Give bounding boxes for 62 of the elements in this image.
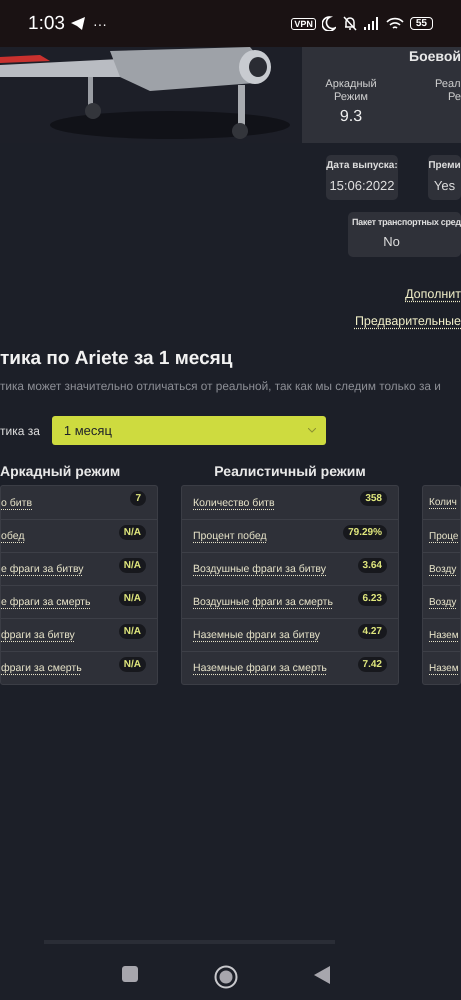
paper-plane-icon	[70, 17, 85, 30]
mode-label: Реал	[435, 78, 461, 91]
link[interactable]: Дополнит	[405, 287, 461, 301]
stat-value: 6.23	[358, 590, 387, 606]
info-label: Преми	[428, 160, 461, 171]
caret-icon	[308, 428, 316, 433]
stat-value: N/A	[118, 524, 146, 540]
clock: 1:03	[28, 12, 65, 34]
square-icon[interactable]	[120, 965, 138, 983]
stat-value: 7	[130, 491, 146, 506]
home-circle-icon[interactable]	[214, 965, 238, 989]
stat-label[interactable]: Количество битв	[193, 496, 275, 508]
info-value: No	[383, 234, 400, 249]
stat-label[interactable]: Возду	[429, 596, 456, 608]
mode-label: Ре	[447, 91, 461, 104]
stat-label[interactable]: Возду	[429, 564, 456, 574]
stat-label[interactable]: Воздушные фраги за битву	[193, 563, 326, 575]
stat-value: 79.29%	[343, 524, 387, 540]
stat-value: N/A	[118, 624, 146, 638]
stat-label[interactable]: фраги за смерть	[1, 662, 82, 674]
info-label: Дата выпуска:	[326, 160, 398, 171]
period-label: тика за	[0, 422, 40, 438]
stat-value: 358	[360, 491, 387, 506]
bell-off-icon	[342, 16, 358, 31]
stat-label[interactable]: Воздушные фраги за смерть	[193, 596, 333, 608]
stat-value: N/A	[118, 656, 146, 672]
rating-value: 9.3	[338, 110, 364, 123]
signal-icon	[364, 17, 380, 30]
link[interactable]: Предварительные	[354, 314, 461, 328]
mode-label: Аркадный Режим	[325, 78, 377, 103]
stat-label[interactable]: Колич	[429, 497, 457, 508]
more-notifications: ···	[92, 16, 107, 32]
stat-label[interactable]: Проце	[429, 530, 458, 542]
info-label: Пакет транспортных сред	[352, 217, 461, 227]
stat-label[interactable]: Наземные фраги за битву	[193, 629, 320, 641]
stat-label[interactable]: Назем	[429, 662, 459, 674]
card-title: Боевой	[408, 48, 461, 64]
info-value: Yes	[434, 178, 456, 193]
stat-label[interactable]: о битв	[1, 496, 32, 508]
stat-label[interactable]: е фраги за смерть	[1, 596, 90, 608]
stat-label[interactable]: Процент побед	[193, 530, 267, 542]
battery-level: 55	[410, 17, 433, 30]
moon-icon	[322, 16, 336, 31]
back-icon[interactable]	[312, 965, 330, 985]
stats-heading: тика по Ariete за 1 месяц	[0, 348, 234, 370]
vpn-badge: VPN	[291, 18, 316, 30]
stat-value: 4.27	[358, 624, 387, 638]
stat-value: N/A	[118, 558, 146, 572]
info-value: 15:06:2022	[329, 178, 395, 193]
stat-value: 7.42	[358, 656, 387, 672]
stat-label[interactable]: фраги за битву	[1, 629, 75, 641]
stat-value: 3.64	[358, 558, 387, 572]
stat-value: N/A	[118, 590, 146, 606]
stat-label[interactable]: Наземные фраги за смерть	[193, 662, 327, 674]
period-select[interactable]: 1 месяц	[52, 416, 326, 445]
stat-label[interactable]: Назем	[429, 630, 459, 640]
wifi-icon	[386, 16, 404, 30]
stat-label[interactable]: обед	[1, 530, 24, 542]
stat-label[interactable]: е фраги за битву	[1, 563, 84, 575]
mode-heading: Аркадный режим	[0, 463, 120, 479]
stats-note: тика может значительно отличаться от реальной, так как мы следим только за и	[0, 379, 442, 393]
mode-heading: Реалистичный режим	[214, 463, 366, 479]
